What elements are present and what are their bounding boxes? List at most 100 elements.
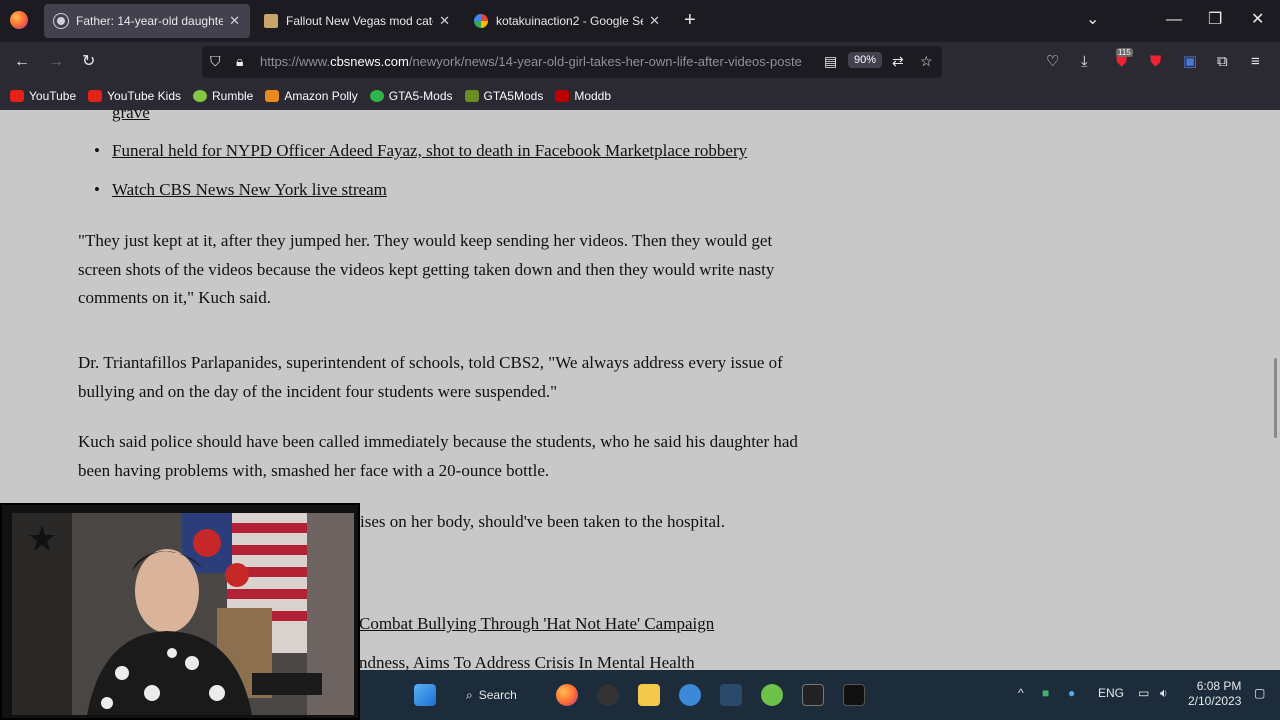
bookmark-label: YouTube Kids <box>107 89 181 103</box>
windows-taskbar: ⌕ Search ^ ■ ● ENG ▭ 🔉︎ 6:08 PM 2/10/2023… <box>360 670 1280 720</box>
bookmark-label: Moddb <box>574 89 612 103</box>
article-paragraph: Dr. Triantafillos Parlapanides, superint… <box>78 353 783 401</box>
pocket-icon[interactable]: ♡ <box>1046 52 1059 72</box>
url-text[interactable]: https://www.cbsnews.com/newyork/news/14-… <box>260 54 820 69</box>
url-path: /newyork/news/14-year-old-girl-takes-her… <box>408 54 802 69</box>
downloads-icon[interactable]: ⤓ <box>1081 52 1088 72</box>
webcam-overlay <box>0 503 360 720</box>
extension-red-icon[interactable]: ⛊ <box>1150 52 1161 72</box>
microphone-icon[interactable]: ● <box>1068 686 1075 700</box>
lock-icon[interactable]: 🔒︎ <box>236 53 243 70</box>
bookmark-label: Rumble <box>212 89 254 103</box>
related-link-hat-not-hate[interactable]: Combat Bullying Through 'Hat Not Hate' C… <box>359 614 714 634</box>
obs-icon[interactable] <box>597 684 619 706</box>
reload-icon[interactable]: ↻ <box>82 52 95 72</box>
bookmark-youtube-kids[interactable]: YouTube Kids <box>88 89 181 103</box>
bookmark-moddb[interactable]: Moddb <box>555 89 611 103</box>
youtube-icon <box>10 90 24 102</box>
tab-father-article[interactable]: Father: 14-year-old daughter to ✕ <box>44 4 250 38</box>
webcam-scene <box>12 513 354 715</box>
firefox-icon[interactable] <box>10 11 28 29</box>
tab-google-search[interactable]: kotakuinaction2 - Google Searc ✕ <box>464 4 670 38</box>
nexus-icon <box>264 14 278 28</box>
related-link-live-stream[interactable]: Watch CBS News New York live stream <box>112 180 387 199</box>
bookmark-gta5mods[interactable]: GTA5Mods <box>464 89 544 103</box>
article-paragraph: ises on her body, should've been taken t… <box>360 512 726 531</box>
security-lock-icon[interactable]: ■ <box>1042 686 1049 700</box>
related-link-mental-health[interactable]: ndness, Aims To Address Crisis In Mental… <box>359 653 695 670</box>
back-icon[interactable]: ← <box>14 52 30 72</box>
url-prefix: https://www. <box>260 54 331 69</box>
new-tab-icon[interactable]: + <box>684 10 696 30</box>
gta5-mods-icon <box>369 90 384 102</box>
article-paragraph: Kuch said police should have been called… <box>78 432 798 480</box>
zoom-level[interactable]: 90% <box>848 52 883 68</box>
taskbar-clock[interactable]: 6:08 PM 2/10/2023 <box>1188 679 1241 709</box>
firefox-taskbar-icon[interactable] <box>556 684 578 706</box>
search-label: Search <box>478 688 517 702</box>
extension-badge: 115 <box>1116 48 1133 57</box>
terminal-icon[interactable] <box>802 684 824 706</box>
gta5mods-icon <box>464 90 479 102</box>
related-link-fragment[interactable]: grave <box>112 110 150 123</box>
taskbar-search[interactable]: ⌕ Search <box>466 682 546 708</box>
close-tab-icon[interactable]: ✕ <box>649 13 660 29</box>
cbs-icon <box>54 14 68 28</box>
language-indicator[interactable]: ENG <box>1098 686 1124 700</box>
search-icon: ⌕ <box>466 687 473 702</box>
minimize-icon[interactable]: — <box>1166 10 1182 30</box>
forward-icon[interactable]: → <box>48 52 64 72</box>
url-host: cbsnews.com <box>330 54 409 69</box>
article-paragraph: "They just kept at it, after they jumped… <box>78 231 775 307</box>
tab-label: Fallout New Vegas mod categor <box>286 14 433 28</box>
moddb-icon <box>555 90 570 102</box>
tab-fallout-mods[interactable]: Fallout New Vegas mod categor ✕ <box>254 4 460 38</box>
list-tabs-chevron-icon[interactable]: ⌄ <box>1086 10 1099 30</box>
bookmark-star-icon[interactable]: ☆ <box>920 53 933 70</box>
bookmark-gta5-mods[interactable]: GTA5-Mods <box>369 89 453 103</box>
tab-label: Father: 14-year-old daughter to <box>76 14 224 28</box>
bookmark-label: YouTube <box>29 89 77 103</box>
rumble-icon <box>193 90 207 102</box>
translate-icon[interactable]: ⇄ <box>892 53 904 70</box>
clock-date: 2/10/2023 <box>1188 694 1242 708</box>
davinci-resolve-icon[interactable] <box>720 684 742 706</box>
amazon-polly-icon <box>265 90 280 102</box>
google-icon <box>474 14 488 28</box>
address-bar[interactable]: ⛉ 🔒︎ https://www.cbsnews.com/newyork/new… <box>202 46 942 78</box>
navigation-bar: ← → ↻ ⛉ 🔒︎ https://www.cbsnews.com/newyo… <box>0 42 1280 82</box>
windows-start-icon[interactable] <box>414 684 436 706</box>
close-tab-icon[interactable]: ✕ <box>229 13 240 29</box>
qbittorrent-icon[interactable] <box>679 684 701 706</box>
tab-strip: Father: 14-year-old daughter to ✕ Fallou… <box>0 0 1280 42</box>
bookmark-youtube[interactable]: YouTube <box>10 89 76 103</box>
restore-icon[interactable]: ❐ <box>1208 10 1222 30</box>
mod-manager-icon[interactable] <box>843 684 865 706</box>
translator-extension-icon[interactable]: ▣ <box>1183 52 1197 72</box>
scrollbar-thumb[interactable] <box>1274 358 1277 438</box>
webcam-video <box>12 513 354 715</box>
bookmark-label: GTA5Mods <box>483 89 544 103</box>
bookmark-amazon-polly[interactable]: Amazon Polly <box>265 89 358 103</box>
notifications-icon[interactable]: ▢ <box>1254 686 1265 700</box>
clock-time: 6:08 PM <box>1196 679 1242 693</box>
menu-icon[interactable]: ≡ <box>1251 52 1260 72</box>
close-window-icon[interactable]: ✕ <box>1251 10 1264 30</box>
extensions-icon[interactable]: ⧉ <box>1217 52 1228 72</box>
tracking-shield-icon[interactable]: ⛉ <box>210 53 221 70</box>
volume-icon[interactable]: 🔉︎ <box>1160 686 1168 701</box>
green-app-icon[interactable] <box>761 684 783 706</box>
related-list-item: Funeral held for NYPD Officer Adeed Faya… <box>94 141 747 161</box>
youtube-kids-icon <box>88 90 103 102</box>
related-link-funeral[interactable]: Funeral held for NYPD Officer Adeed Faya… <box>112 141 747 160</box>
related-list-item: Watch CBS News New York live stream <box>94 180 387 200</box>
tab-label: kotakuinaction2 - Google Searc <box>496 14 643 28</box>
bookmark-label: GTA5-Mods <box>388 89 453 103</box>
show-hidden-icons-chevron[interactable]: ^ <box>1018 686 1024 700</box>
file-explorer-icon[interactable] <box>638 684 660 706</box>
bookmark-rumble[interactable]: Rumble <box>193 89 253 103</box>
bookmarks-toolbar: YouTube YouTube Kids Rumble Amazon Polly… <box>0 82 1280 110</box>
close-tab-icon[interactable]: ✕ <box>439 13 450 29</box>
reader-view-icon[interactable]: ▤ <box>824 53 837 70</box>
network-icon[interactable]: ▭ <box>1138 686 1149 700</box>
